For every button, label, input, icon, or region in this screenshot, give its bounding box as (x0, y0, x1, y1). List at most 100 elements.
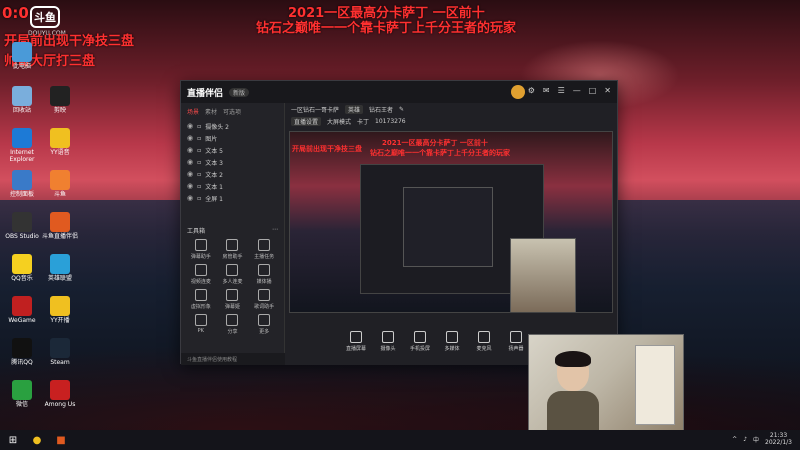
eye-icon[interactable]: ◉ (187, 194, 193, 202)
close-icon[interactable]: ✕ (604, 86, 611, 95)
desktop-icon-16[interactable]: Among Us (40, 380, 80, 409)
bottom-tool-icon (478, 330, 490, 343)
eye-icon[interactable]: ◉ (187, 182, 193, 190)
settings-icon[interactable]: ⚙ (528, 86, 535, 95)
menu-icon[interactable]: ☰ (558, 86, 565, 95)
toolbox-grid: 弹幕助手 房管助手 主播任务视频连麦 多人连麦 媒体播虚拟形象 弹幕姬 歌词助手 PK 分享 更多 (181, 237, 284, 337)
taskbar-app-icon[interactable]: ● (30, 433, 44, 447)
volume-icon[interactable]: ♪ (743, 436, 747, 443)
lock-icon[interactable]: ▫ (197, 171, 201, 178)
desktop-icon-label: 斗鱼直播伴侣 (41, 233, 78, 240)
tool-icon (258, 289, 271, 301)
source-item[interactable]: ◉ ▫ 文本 1 (181, 180, 284, 192)
lock-icon[interactable]: ▫ (197, 147, 201, 154)
desktop-icon-14[interactable]: Steam (40, 338, 80, 367)
maximize-icon[interactable]: □ (589, 86, 597, 95)
source-label: 文本 3 (205, 159, 223, 167)
tool-item[interactable]: 主播任务 (248, 239, 280, 260)
desktop-icon-1[interactable]: 回收站 (2, 86, 42, 115)
eye-icon[interactable]: ◉ (187, 122, 193, 130)
source-item[interactable]: ◉ ▫ 文本 2 (181, 168, 284, 180)
eye-icon[interactable]: ◉ (187, 134, 193, 142)
start-icon[interactable]: ⊞ (6, 433, 20, 447)
clock[interactable]: 21:33 2022/1/3 (765, 432, 792, 446)
tool-item[interactable]: 分享 (217, 314, 249, 335)
bottom-tool-icon (414, 330, 426, 343)
tool-item[interactable]: 弹幕助手 (185, 239, 217, 260)
desktop-icon-5[interactable]: 控制面板 (2, 170, 42, 199)
tab-material[interactable]: 素材 (205, 107, 217, 116)
tool-item[interactable]: 房管助手 (217, 239, 249, 260)
douyu-icon (50, 170, 70, 190)
source-item[interactable]: ◉ ▫ 全屏 1 (181, 192, 284, 204)
lock-icon[interactable]: ▫ (197, 159, 201, 166)
tool-item[interactable]: 虚拟形象 (185, 289, 217, 310)
stream-preview[interactable]: 2021一区最高分卡萨丁 一区前十 钻石之巅唯一一个靠卡萨丁上千分王者的玩家 开… (289, 131, 613, 313)
tray-up-icon[interactable]: ^ (732, 436, 737, 443)
tool-item[interactable]: 媒体播 (248, 264, 280, 285)
tab-scene[interactable]: 场景 (187, 107, 199, 116)
tip-bar[interactable]: 斗鱼直播伴侣使用教程 (181, 353, 285, 365)
bottom-tool[interactable]: 手机投屏 (409, 330, 431, 352)
desktop-icon-13[interactable]: 腾讯QQ (2, 338, 42, 367)
taskbar-douyu-icon[interactable]: ■ (54, 433, 68, 447)
source-item[interactable]: ◉ ▫ 摄像头 2 (181, 120, 284, 132)
desktop-icon-label: 斗鱼 (53, 191, 66, 198)
tool-label: 主播任务 (254, 254, 275, 260)
stream-mode[interactable]: 大屏模式 (327, 117, 351, 126)
more-icon[interactable]: ⋯ (272, 226, 278, 235)
desktop-icon-0[interactable]: 此电脑 (2, 42, 42, 71)
edit-icon[interactable]: ✎ (399, 106, 404, 113)
desktop-icon-label: YY开播 (50, 317, 70, 324)
tool-label: 虚拟形象 (190, 304, 211, 310)
bottom-tool[interactable]: 多媒体 (441, 330, 463, 352)
desktop-icon-7[interactable]: OBS Studio (2, 212, 42, 241)
desktop-icon-3[interactable]: Internet Explorer (2, 128, 42, 163)
version-badge[interactable]: 新版 (229, 87, 250, 97)
desktop-icon-15[interactable]: 微信 (2, 380, 42, 409)
tool-item[interactable]: 视频连麦 (185, 264, 217, 285)
tool-item[interactable]: 歌词助手 (248, 289, 280, 310)
mail-icon[interactable]: ✉ (543, 86, 550, 95)
bottom-tool[interactable]: 直播屏幕 (345, 330, 367, 352)
desktop-icon-9[interactable]: QQ音乐 (2, 254, 42, 283)
desktop-icon-6[interactable]: 斗鱼 (40, 170, 80, 199)
desktop-icon-2[interactable]: 剪映 (40, 86, 80, 115)
lock-icon[interactable]: ▫ (197, 135, 201, 142)
desktop-icon-label: 英雄联盟 (47, 275, 72, 282)
source-label: 图片 (205, 135, 218, 143)
tab-options[interactable]: 可选项 (223, 107, 241, 116)
eye-icon[interactable]: ◉ (187, 170, 193, 178)
avatar[interactable] (511, 85, 525, 99)
source-item[interactable]: ◉ ▫ 文本 5 (181, 144, 284, 156)
desktop-icon-10[interactable]: 英雄联盟 (40, 254, 80, 283)
tool-item[interactable]: 更多 (248, 314, 280, 335)
lock-icon[interactable]: ▫ (197, 195, 201, 202)
input-lang[interactable]: 中 (753, 435, 759, 444)
desktop-icon-11[interactable]: WeGame (2, 296, 42, 325)
source-item[interactable]: ◉ ▫ 文本 3 (181, 156, 284, 168)
desktop-icon-label: QQ音乐 (11, 275, 33, 282)
score-text: 0:0 (2, 4, 29, 22)
wechat-icon (12, 380, 32, 400)
owner-name: 卡丁 (357, 118, 370, 126)
eye-icon[interactable]: ◉ (187, 146, 193, 154)
tool-item[interactable]: 多人连麦 (217, 264, 249, 285)
eye-icon[interactable]: ◉ (187, 158, 193, 166)
lock-icon[interactable]: ▫ (197, 123, 201, 130)
tool-item[interactable]: 弹幕姬 (217, 289, 249, 310)
desktop-icon-8[interactable]: 斗鱼直播伴侣 (40, 212, 80, 241)
tool-icon (258, 264, 271, 276)
minimize-icon[interactable]: — (573, 86, 581, 95)
desktop-icon-4[interactable]: YY语音 (40, 128, 80, 157)
tool-item[interactable]: PK (185, 314, 217, 335)
bottom-tool[interactable]: 麦克风 (473, 330, 495, 352)
lock-icon[interactable]: ▫ (197, 183, 201, 190)
source-item[interactable]: ◉ ▫ 图片 (181, 132, 284, 144)
bottom-tool[interactable]: 摄像头 (377, 330, 399, 352)
desktop-icon-12[interactable]: YY开播 (40, 296, 80, 325)
room-setting-button[interactable]: 直播设置 (291, 116, 322, 126)
bottom-tool[interactable]: 扬声器 (505, 330, 527, 352)
category-tag[interactable]: 英雄 (345, 104, 364, 114)
douyu-companion-icon (50, 212, 70, 232)
